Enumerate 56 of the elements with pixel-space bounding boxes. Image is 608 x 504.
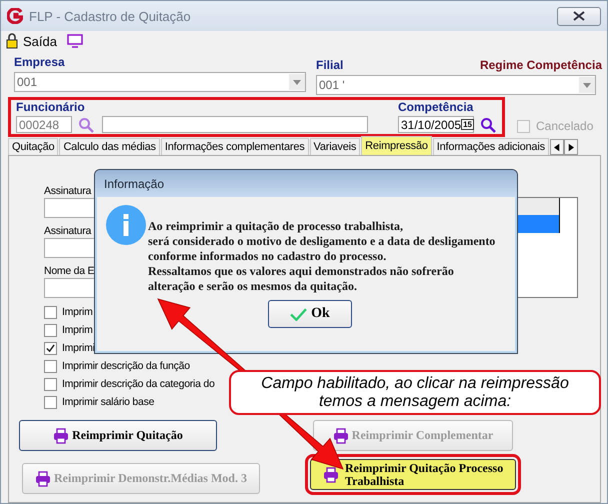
- tab[interactable]: Informações adicionais: [432, 138, 549, 155]
- field-label: Nome da E: [44, 264, 94, 278]
- tab[interactable]: Calculo das médias: [59, 138, 160, 155]
- cancelled-label: Cancelado: [536, 119, 594, 133]
- check-icon: [290, 308, 308, 320]
- field-label: Assinatura: [44, 224, 92, 238]
- right-arrow-icon: [568, 142, 574, 152]
- search-icon[interactable]: [480, 116, 496, 132]
- checkbox[interactable]: [44, 378, 57, 390]
- checkbox[interactable]: [44, 306, 57, 318]
- checkbox[interactable]: [44, 342, 57, 354]
- checkbox-label: Imprim: [62, 324, 93, 336]
- tab[interactable]: Quitação: [8, 138, 58, 155]
- checkbox-label: Imprimir salário base: [62, 396, 154, 408]
- checkbox-label: Imprimir descrição da categoria do: [62, 378, 215, 390]
- checkbox[interactable]: [44, 360, 57, 372]
- checkbox-label: Imprim: [62, 306, 93, 318]
- tab[interactable]: Reimpressão: [361, 136, 432, 155]
- window-title: FLP - Cadastro de Quitação: [29, 8, 191, 24]
- tab[interactable]: Variaveis: [310, 138, 360, 155]
- checkbox[interactable]: [44, 396, 57, 408]
- exit-button[interactable]: Saída: [6, 33, 57, 49]
- employee-name-field[interactable]: [102, 116, 368, 133]
- info-icon: [106, 205, 146, 245]
- close-button[interactable]: [557, 6, 601, 26]
- field-label: Assinatura: [44, 184, 92, 198]
- printer-icon: [35, 470, 51, 486]
- regime-label: Regime Competência: [480, 58, 602, 73]
- employee-label: Funcionário: [16, 100, 86, 115]
- printer-icon: [323, 466, 339, 482]
- reprint-button[interactable]: Reimprimir Quitação: [19, 420, 217, 451]
- logo-icon: [7, 8, 23, 24]
- ok-button[interactable]: Ok: [268, 300, 352, 328]
- branch-dropdown[interactable]: 001 ': [316, 75, 596, 95]
- branch-label: Filial: [316, 58, 344, 73]
- checkbox-label: Imprimi: [62, 342, 95, 354]
- dialog-message: Ao reimprimir a quitação de processo trabalhista, será considerado o motivo de desligamento e a data de desligamento conforme informados no cadastro do processo. Ressaltamos que os valores aqui demonstrados não sofrerão alteração e serão os mesmos da quitação.: [148, 219, 496, 294]
- period-label: Competência: [398, 100, 474, 115]
- left-arrow-icon: [554, 142, 560, 152]
- checkbox-label: Imprimir descrição da função: [62, 360, 190, 372]
- calendar-button[interactable]: 15: [461, 119, 474, 130]
- close-icon: [573, 11, 585, 21]
- printer-icon: [332, 428, 349, 444]
- lock-icon: [6, 33, 18, 49]
- printer-icon: [53, 428, 70, 444]
- scroll-right-button[interactable]: [564, 139, 578, 155]
- period-date-field[interactable]: 31/10/2005 15: [398, 116, 474, 133]
- company-dropdown[interactable]: 001: [14, 72, 306, 92]
- company-label: Empresa: [14, 55, 66, 70]
- dialog-title: Informação: [104, 176, 164, 190]
- tab[interactable]: Informações complementares: [160, 138, 309, 155]
- callout-text: Campo habilitado, ao clicar na reimpressão temos a mensagem acima:: [261, 374, 569, 410]
- checkbox[interactable]: [44, 324, 57, 336]
- employee-code-field[interactable]: 000248: [16, 116, 72, 133]
- scroll-left-button[interactable]: [550, 139, 564, 155]
- monitor-icon[interactable]: [66, 34, 83, 48]
